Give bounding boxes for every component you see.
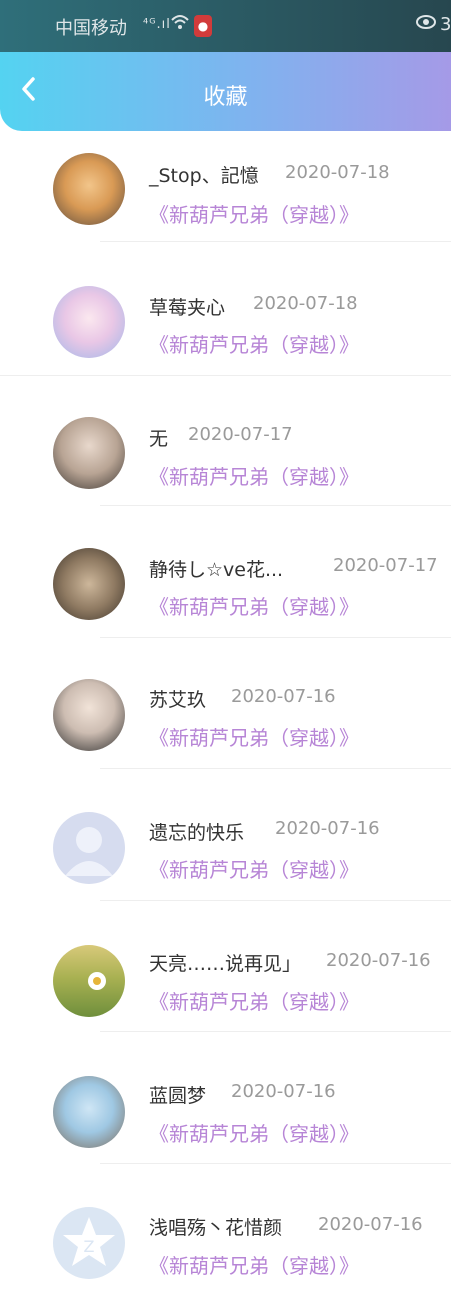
status-bar: 中国移动 ⁴ᴳ.ıl ● 3 (0, 0, 451, 52)
list-item[interactable]: _Stop、記憶 2020-07-18 《新葫芦兄弟（穿越）》 (0, 131, 451, 262)
list-item[interactable]: 无 2020-07-17 《新葫芦兄弟（穿越）》 (0, 393, 451, 524)
divider (100, 900, 451, 901)
work-title[interactable]: 《新葫芦兄弟（穿越）》 (149, 1118, 359, 1147)
divider (100, 241, 451, 242)
user-name: 浅唱殇丶花惜颜 (149, 1217, 283, 1239)
favorite-date: 2020-07-16 (275, 818, 380, 839)
divider (0, 375, 451, 376)
list-item[interactable]: 草莓夹心 2020-07-18 《新葫芦兄弟（穿越）》 (0, 262, 451, 393)
favorite-date: 2020-07-17 (188, 424, 293, 445)
user-name: 草莓夹心 (149, 297, 226, 319)
avatar (53, 812, 125, 884)
divider (100, 637, 451, 638)
microphone-icon: ● (194, 15, 212, 37)
avatar (53, 679, 125, 751)
work-title[interactable]: 《新葫芦兄弟（穿越）》 (149, 722, 359, 751)
user-name: 天亮……说再见」 (149, 953, 302, 975)
list-item[interactable]: 苏艾玖 2020-07-16 《新葫芦兄弟（穿越）》 (0, 655, 451, 786)
battery-level: 3 (440, 14, 451, 35)
header-bar: 收藏 (0, 52, 451, 131)
user-name: 无 (149, 428, 169, 450)
list-item[interactable]: 静待し☆ve花... 2020-07-17 《新葫芦兄弟（穿越）》 (0, 524, 451, 655)
divider (100, 505, 451, 506)
favorite-date: 2020-07-16 (318, 1214, 423, 1235)
list-item[interactable]: 遗忘的快乐 2020-07-16 《新葫芦兄弟（穿越）》 (0, 786, 451, 917)
user-name: 遗忘的快乐 (149, 822, 245, 844)
user-name: _Stop、記憶 (149, 165, 259, 187)
wifi-icon (170, 13, 190, 36)
avatar: Z (53, 1207, 125, 1279)
work-title[interactable]: 《新葫芦兄弟（穿越）》 (149, 986, 359, 1015)
avatar (53, 417, 125, 489)
user-name: 苏艾玖 (149, 689, 207, 711)
default-user-icon (65, 827, 113, 876)
divider (100, 1163, 451, 1164)
eye-icon (416, 14, 436, 35)
daisy-icon (88, 972, 106, 990)
signal-icon: ⁴ᴳ.ıl (143, 17, 171, 32)
svg-text:Z: Z (84, 1237, 95, 1256)
favorite-date: 2020-07-17 (333, 555, 438, 576)
user-name: 蓝圆梦 (149, 1085, 207, 1107)
page-title: 收藏 (203, 85, 248, 110)
list-item[interactable]: 蓝圆梦 2020-07-16 《新葫芦兄弟（穿越）》 (0, 1048, 451, 1179)
favorite-date: 2020-07-18 (253, 293, 358, 314)
work-title[interactable]: 《新葫芦兄弟（穿越）》 (149, 461, 359, 490)
list-item[interactable]: Z 浅唱殇丶花惜颜 2020-07-16 《新葫芦兄弟（穿越）》 (0, 1179, 451, 1310)
work-title[interactable]: 《新葫芦兄弟（穿越）》 (149, 591, 359, 620)
qzone-star-icon: Z (63, 1217, 115, 1266)
user-name: 静待し☆ve花... (149, 559, 284, 581)
work-title[interactable]: 《新葫芦兄弟（穿越）》 (149, 1250, 359, 1279)
list-item[interactable]: 天亮……说再见」 2020-07-16 《新葫芦兄弟（穿越）》 (0, 917, 451, 1048)
favorite-date: 2020-07-16 (231, 686, 336, 707)
avatar (53, 1076, 125, 1148)
favorite-date: 2020-07-16 (231, 1081, 336, 1102)
avatar (53, 286, 125, 358)
avatar (53, 548, 125, 620)
work-title[interactable]: 《新葫芦兄弟（穿越）》 (149, 329, 359, 358)
work-title[interactable]: 《新葫芦兄弟（穿越）》 (149, 199, 359, 228)
favorite-date: 2020-07-18 (285, 162, 390, 183)
work-title[interactable]: 《新葫芦兄弟（穿越）》 (149, 854, 359, 883)
divider (100, 1031, 451, 1032)
carrier-name: 中国移动 (55, 18, 127, 39)
avatar (53, 945, 125, 1017)
divider (100, 768, 451, 769)
favorite-date: 2020-07-16 (326, 950, 431, 971)
avatar (53, 153, 125, 225)
